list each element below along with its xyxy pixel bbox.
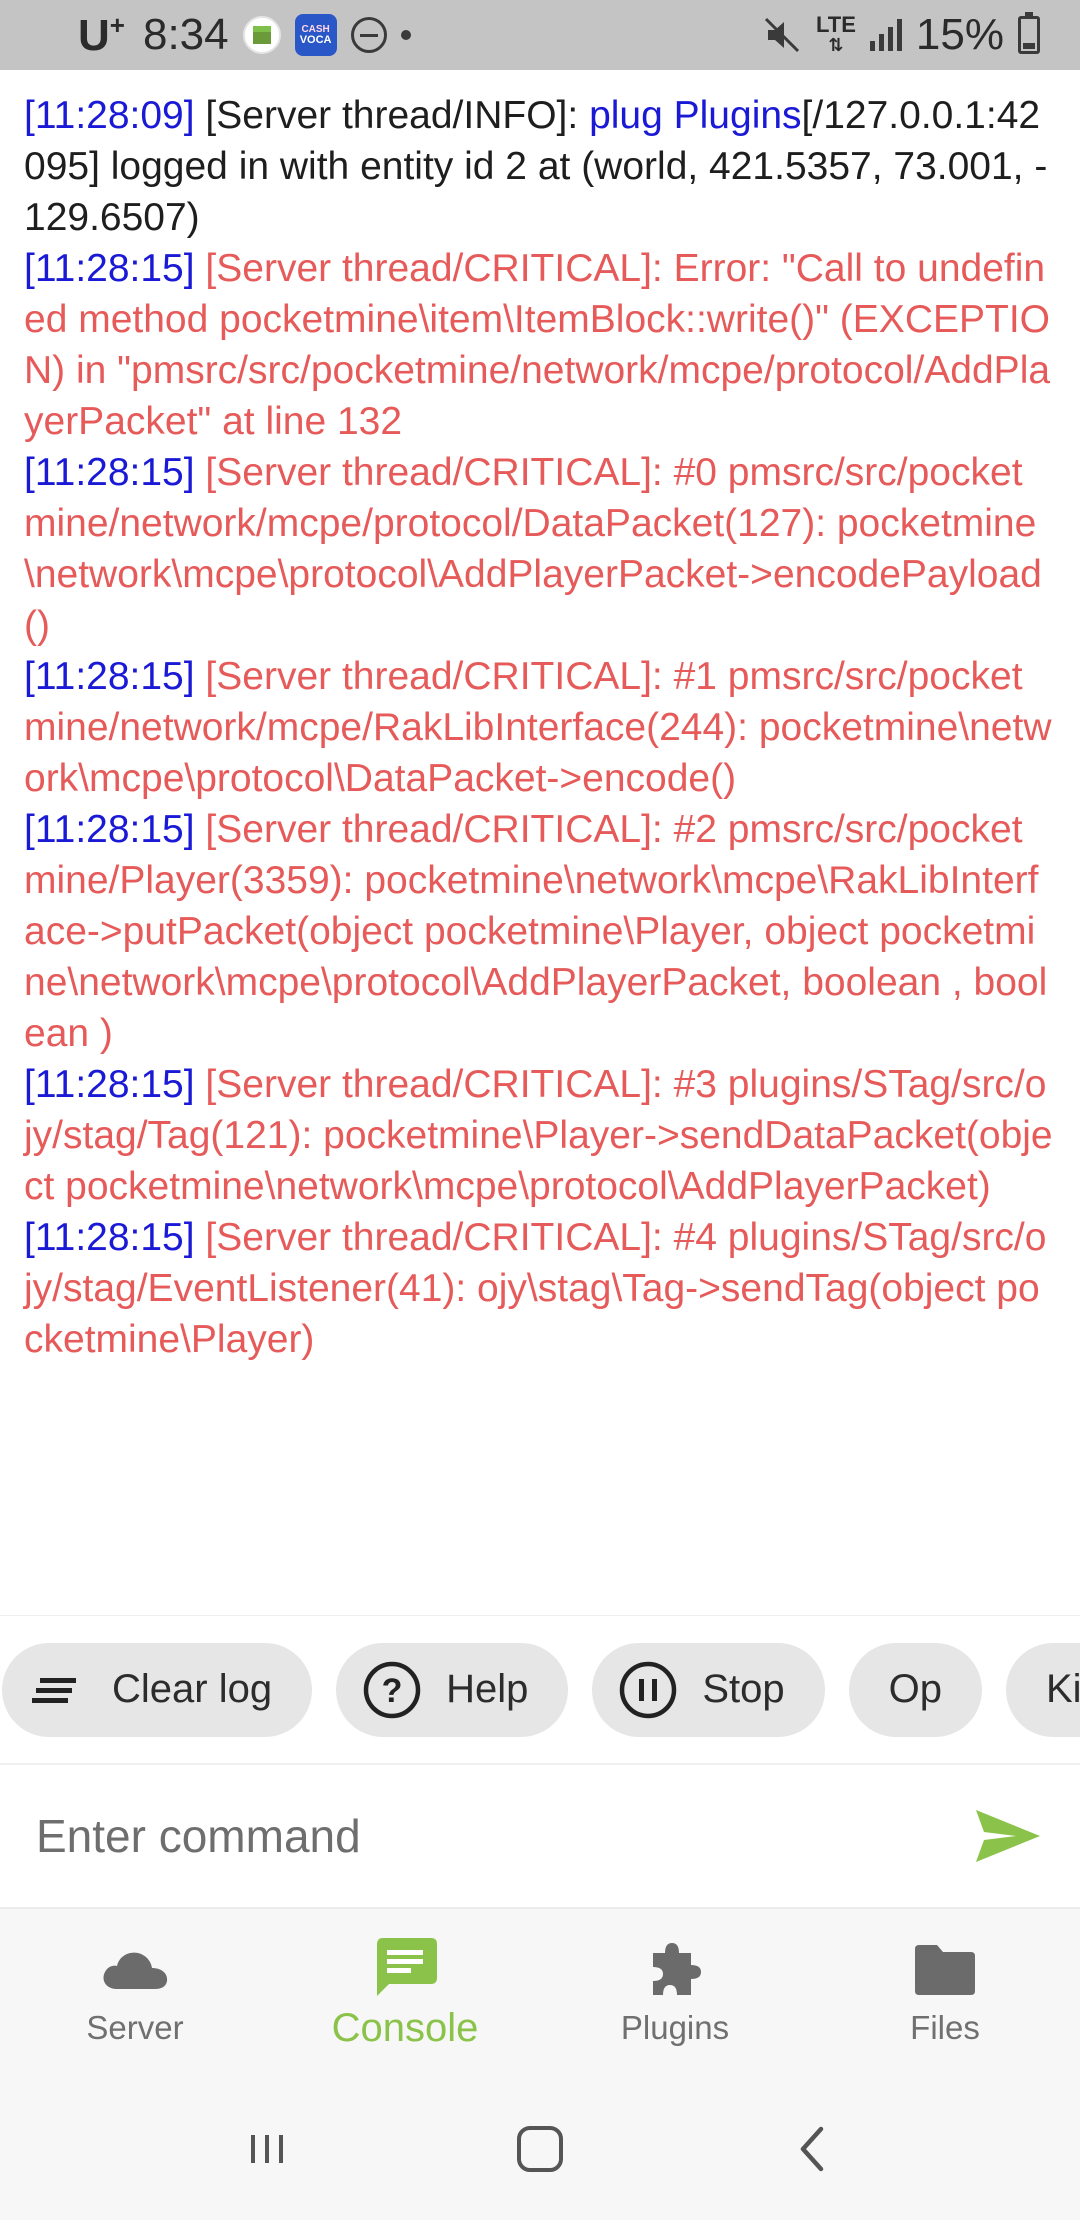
nav-files[interactable]: Files (810, 1909, 1080, 2077)
nav-server[interactable]: Server (0, 1909, 270, 2077)
clock: 8:34 (142, 10, 229, 59)
lte-indicator: LTE ⇅ (816, 12, 856, 56)
log-line: [11:28:15] [Server thread/CRITICAL]: #0 … (24, 451, 1042, 647)
nav-console-label: Console (331, 2005, 479, 2050)
stop-button[interactable]: Stop (592, 1642, 825, 1737)
stop-label: Stop (702, 1667, 785, 1711)
kick-label: Kick (1046, 1667, 1080, 1711)
nav-plugins-label: Plugins (620, 2009, 730, 2046)
minecraft-cube-icon (242, 16, 281, 54)
pause-icon (620, 1661, 677, 1718)
signal-icon (869, 19, 902, 51)
log-line: [11:28:09] [Server thread/INFO]: plug Pl… (24, 94, 1048, 239)
svg-text:?: ? (382, 1672, 403, 1710)
clear-log-button[interactable]: Clear log (2, 1642, 313, 1737)
quick-actions-bar[interactable]: Clear log ? Help Stop Op Kick (0, 1615, 1080, 1763)
op-label: Op (888, 1667, 942, 1711)
log-line: [11:28:15] [Server thread/CRITICAL]: #2 … (24, 808, 1048, 1055)
console-log[interactable]: [11:28:09] [Server thread/INFO]: plug Pl… (0, 70, 1080, 1615)
bottom-nav: Server Console Plugins Files (0, 1907, 1080, 2077)
log-line: [11:28:15] [Server thread/CRITICAL]: #1 … (24, 655, 1052, 800)
help-button[interactable]: ? Help (336, 1642, 569, 1737)
nav-server-label: Server (86, 2009, 184, 2046)
help-label: Help (446, 1667, 529, 1711)
chat-icon (377, 1937, 437, 1996)
log-line: [11:28:15] [Server thread/CRITICAL]: #4 … (24, 1216, 1047, 1361)
notification-dot-icon (400, 30, 411, 40)
home-icon[interactable] (510, 2119, 570, 2179)
nav-console[interactable]: Console (270, 1909, 540, 2077)
battery-percent: 15% (915, 10, 1004, 59)
log-line: [11:28:15] [Server thread/CRITICAL]: Err… (24, 247, 1051, 443)
nav-files-label: Files (910, 2009, 980, 2046)
back-icon[interactable] (783, 2119, 843, 2179)
log-line: [11:28:15] [Server thread/CRITICAL]: #3 … (24, 1063, 1053, 1208)
kick-button[interactable]: Kick (1006, 1642, 1080, 1737)
do-not-disturb-icon (350, 17, 387, 53)
op-button[interactable]: Op (848, 1642, 982, 1737)
system-nav-bar (0, 2077, 1080, 2220)
status-bar: U+ 8:34 CASH VOCA LTE ⇅ 15% (0, 0, 1080, 70)
recent-apps-icon[interactable] (237, 2119, 297, 2179)
nav-plugins[interactable]: Plugins (540, 1909, 810, 2077)
command-input[interactable] (36, 1809, 972, 1863)
help-icon: ? (363, 1661, 421, 1718)
clear-all-icon (32, 1677, 76, 1703)
folder-icon (915, 1945, 975, 1995)
cloud-icon (103, 1952, 168, 1989)
command-bar (0, 1763, 1080, 1907)
battery-icon (1018, 12, 1040, 54)
puzzle-icon (653, 1943, 701, 1995)
cash-voca-icon: CASH VOCA (294, 14, 337, 56)
mute-icon (764, 17, 800, 53)
carrier-label: U+ (78, 9, 125, 60)
send-icon[interactable] (972, 1806, 1044, 1866)
clear-log-label: Clear log (112, 1667, 273, 1711)
